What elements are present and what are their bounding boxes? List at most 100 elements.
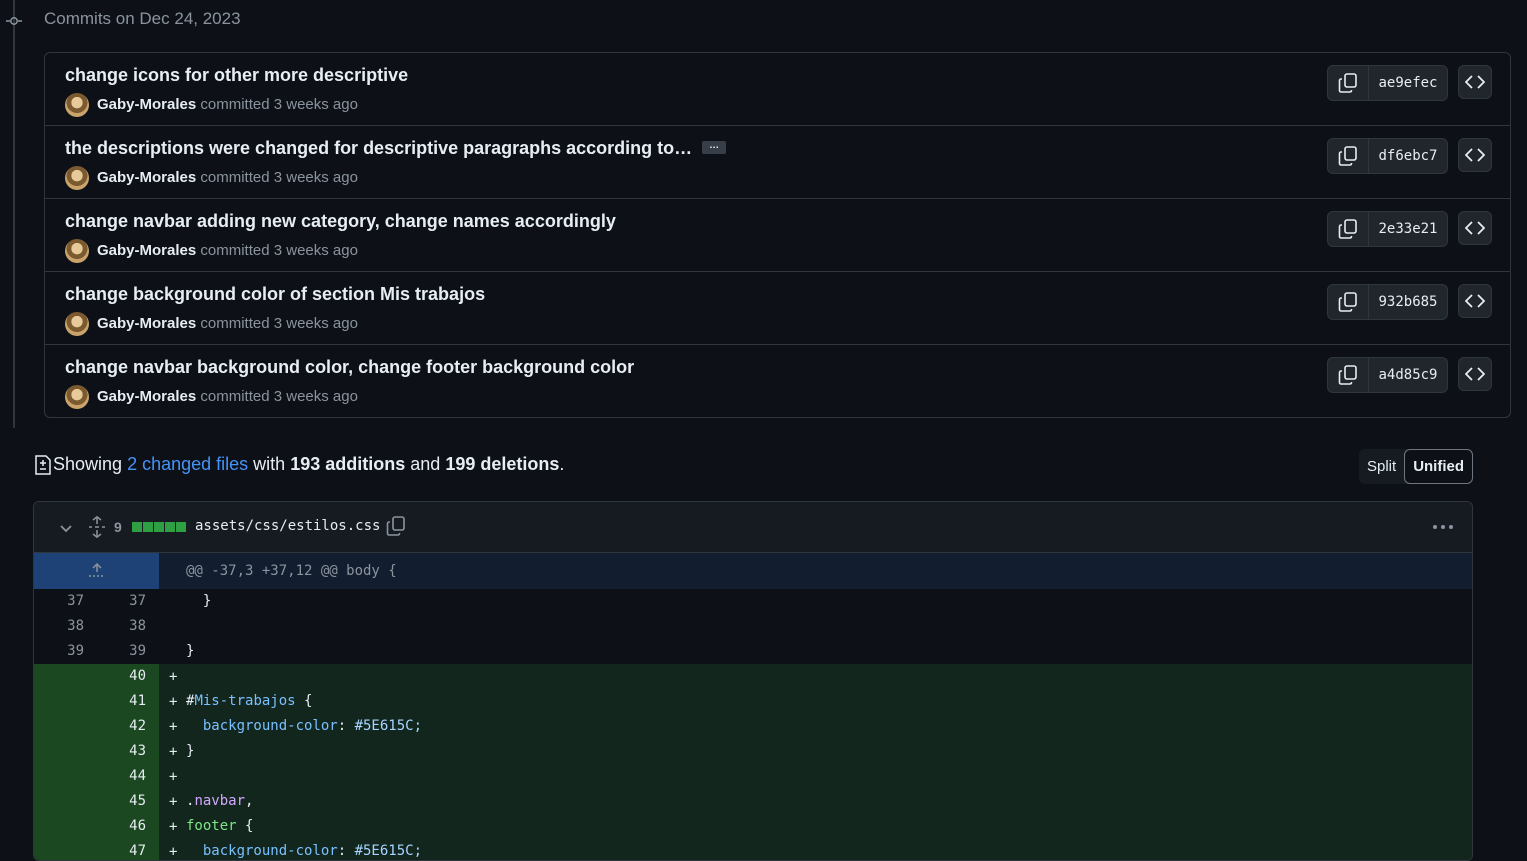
browse-repo-button[interactable] — [1458, 211, 1492, 245]
deletions-count: 199 deletions — [445, 454, 560, 474]
copy-icon — [1338, 365, 1357, 385]
commit-author-row: Gaby-Morales committed 3 weeks ago — [97, 96, 358, 113]
copy-sha-button[interactable] — [1328, 358, 1369, 392]
author-link[interactable]: Gaby-Morales — [97, 242, 196, 259]
old-line-number[interactable]: 39 — [44, 643, 84, 659]
split-view-button[interactable]: Split — [1359, 449, 1404, 484]
code-icon — [1465, 221, 1485, 235]
new-line-number[interactable]: 45 — [106, 793, 146, 809]
new-line-number[interactable]: 40 — [106, 668, 146, 684]
new-line-number[interactable]: 47 — [106, 843, 146, 859]
expand-all-icon[interactable] — [88, 516, 106, 538]
new-line-number[interactable]: 37 — [106, 593, 146, 609]
diff-line-addition: 45 + .navbar, — [34, 789, 1472, 814]
browse-repo-button[interactable] — [1458, 284, 1492, 318]
expand-up-icon — [88, 562, 105, 577]
summary-with: with — [253, 454, 286, 474]
commit-sha-button[interactable]: df6ebc7 — [1369, 139, 1447, 173]
commit-title-row: change navbar adding new category, chang… — [65, 211, 616, 232]
sha-button-group: df6ebc7 — [1327, 138, 1448, 174]
commit-node-icon — [6, 17, 22, 25]
commit-row: change navbar background color, change f… — [45, 345, 1510, 417]
avatar[interactable] — [65, 166, 89, 190]
copy-sha-button[interactable] — [1328, 285, 1369, 319]
diff-line-addition: 46 + footer { — [34, 814, 1472, 839]
old-line-number[interactable]: 38 — [44, 618, 84, 634]
new-line-number[interactable]: 46 — [106, 818, 146, 834]
commit-row: change icons for other more descriptive G… — [45, 53, 1510, 126]
code-line: background-color: #5E615C; — [202, 843, 423, 859]
commit-message-link[interactable]: change navbar background color, change f… — [65, 357, 634, 377]
commit-time: committed 3 weeks ago — [200, 388, 358, 405]
chevron-down-icon[interactable] — [58, 520, 74, 536]
diff-line-addition: 47 + background-color: #5E615C; — [34, 839, 1472, 860]
diffstat-block — [165, 522, 175, 532]
commit-message-link[interactable]: the descriptions were changed for descri… — [65, 138, 692, 158]
commit-title-row: change icons for other more descriptive — [65, 65, 408, 86]
sha-button-group: ae9efec — [1327, 65, 1448, 101]
diff-sign: + — [169, 769, 178, 785]
new-line-number[interactable]: 42 — [106, 718, 146, 734]
commit-sha-button[interactable]: a4d85c9 — [1369, 358, 1447, 392]
browse-repo-button[interactable] — [1458, 65, 1492, 99]
code-icon — [1465, 294, 1485, 308]
file-diff-icon — [35, 454, 51, 475]
author-link[interactable]: Gaby-Morales — [97, 315, 196, 332]
commit-message-link[interactable]: change icons for other more descriptive — [65, 65, 408, 85]
avatar[interactable] — [65, 385, 89, 409]
commit-message-link[interactable]: change navbar adding new category, chang… — [65, 211, 616, 231]
browse-repo-button[interactable] — [1458, 357, 1492, 391]
hunk-header: @@ -37,3 +37,12 @@ body { — [186, 563, 397, 579]
browse-repo-button[interactable] — [1458, 138, 1492, 172]
expand-message-button[interactable]: … — [702, 140, 727, 154]
file-path[interactable]: assets/css/estilos.css — [195, 518, 380, 534]
changed-files-link[interactable]: 2 changed files — [127, 454, 248, 475]
diffstat-blocks — [132, 522, 186, 532]
expand-up-button[interactable] — [34, 553, 159, 589]
code-line: } — [186, 743, 195, 759]
author-link[interactable]: Gaby-Morales — [97, 96, 196, 113]
commit-time: committed 3 weeks ago — [200, 169, 358, 186]
commit-title-row: the descriptions were changed for descri… — [65, 138, 727, 159]
copy-sha-button[interactable] — [1328, 66, 1369, 100]
commit-author-row: Gaby-Morales committed 3 weeks ago — [97, 169, 358, 186]
copy-sha-button[interactable] — [1328, 212, 1369, 246]
new-line-number[interactable]: 39 — [106, 643, 146, 659]
diff-line-addition: 40 + — [34, 664, 1472, 689]
commit-title-row: change navbar background color, change f… — [65, 357, 634, 378]
commit-time: committed 3 weeks ago — [200, 315, 358, 332]
copy-icon — [1338, 73, 1357, 93]
commit-sha-button[interactable]: 2e33e21 — [1369, 212, 1447, 246]
kebab-menu-icon[interactable] — [1432, 516, 1454, 538]
old-line-number[interactable]: 37 — [44, 593, 84, 609]
new-line-number[interactable]: 44 — [106, 768, 146, 784]
summary-prefix: Showing — [53, 454, 123, 474]
author-link[interactable]: Gaby-Morales — [97, 388, 196, 405]
new-line-number[interactable]: 43 — [106, 743, 146, 759]
author-link[interactable]: Gaby-Morales — [97, 169, 196, 186]
copy-icon[interactable] — [386, 516, 406, 536]
code-line: background-color: #5E615C; — [202, 718, 423, 734]
diffstat-block — [143, 522, 153, 532]
commit-message-link[interactable]: change background color of section Mis t… — [65, 284, 485, 304]
commit-time: committed 3 weeks ago — [200, 242, 358, 259]
avatar[interactable] — [65, 312, 89, 336]
code-line: } — [186, 593, 212, 609]
commit-sha-button[interactable]: 932b685 — [1369, 285, 1447, 319]
code-icon — [1465, 148, 1485, 162]
file-header: 9 assets/css/estilos.css — [34, 502, 1472, 553]
summary-suffix: . — [559, 454, 565, 474]
new-line-number[interactable]: 38 — [106, 618, 146, 634]
diffstat-block — [132, 522, 142, 532]
avatar[interactable] — [65, 239, 89, 263]
code-line: footer { — [186, 818, 254, 834]
diff-sign: + — [169, 794, 178, 810]
new-line-number[interactable]: 41 — [106, 693, 146, 709]
commit-sha-button[interactable]: ae9efec — [1369, 66, 1447, 100]
copy-icon — [1338, 219, 1357, 239]
avatar[interactable] — [65, 93, 89, 117]
unified-view-button[interactable]: Unified — [1404, 449, 1474, 484]
diff-line-addition: 43 +} — [34, 739, 1472, 764]
commits-date-heading: Commits on Dec 24, 2023 — [44, 9, 241, 28]
copy-sha-button[interactable] — [1328, 139, 1369, 173]
